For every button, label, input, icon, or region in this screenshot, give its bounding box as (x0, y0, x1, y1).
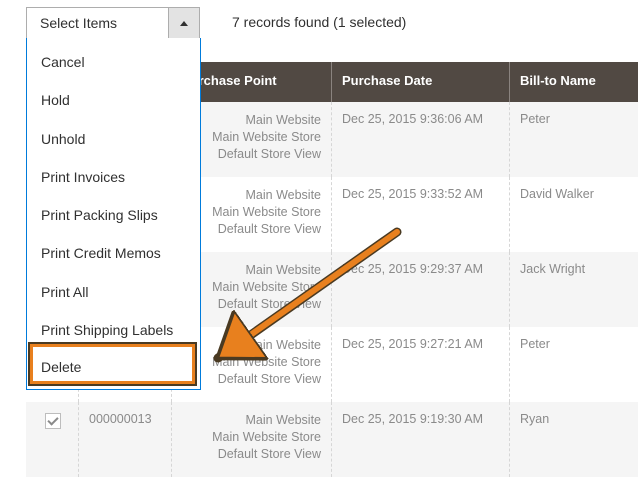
callout-arrow (213, 227, 402, 363)
